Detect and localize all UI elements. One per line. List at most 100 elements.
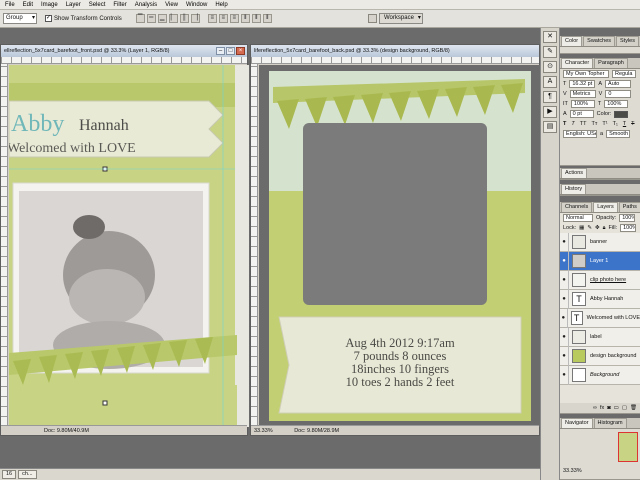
font-style-field[interactable]: Regula [612,70,636,78]
new-group-icon[interactable]: ▭ [614,405,619,411]
show-transform-checkbox[interactable]: ✓ Show Transform Controls [45,15,122,22]
brush-icon[interactable]: ✎ [543,46,557,58]
visibility-eye-icon[interactable]: ● [560,365,569,385]
visibility-eye-icon[interactable]: ● [560,251,569,271]
language-dropdown[interactable]: English: USA [563,130,597,138]
menu-file[interactable]: File [1,0,19,10]
distribute-center-icon[interactable]: ⦀ [251,14,261,23]
opacity-field[interactable]: 100% [619,214,636,222]
canvas-front[interactable]: Abby Hannah Welcomed with LOVE [9,65,249,427]
menu-edit[interactable]: Edit [19,0,37,10]
vertical-ruler-back[interactable] [251,64,258,427]
menu-filter[interactable]: Filter [109,0,130,10]
blend-mode-dropdown[interactable]: Normal [563,214,593,222]
distribute-middle-icon[interactable]: ≡ [218,14,228,23]
layer-style-icon[interactable]: fx [600,405,604,411]
layer-row-clip-photo[interactable]: ● clip photo here [560,270,640,290]
distribute-left-icon[interactable]: ⦀ [240,14,250,23]
leading-field[interactable]: Auto [605,80,632,88]
canvas-back[interactable]: Aug 4th 2012 9:17am 7 pounds 8 ounces 18… [259,65,541,427]
visibility-eye-icon[interactable]: ● [560,346,569,366]
visibility-eye-icon[interactable]: ● [560,270,569,290]
menu-window[interactable]: Window [182,0,211,10]
font-size-field[interactable]: 16.32 pt [569,80,596,88]
menu-view[interactable]: View [161,0,182,10]
tab-navigator[interactable]: Navigator [561,418,593,428]
align-left-icon[interactable]: ▏ [168,14,178,23]
maximize-icon[interactable]: □ [226,47,235,55]
small-caps-icon[interactable]: Tт [591,121,597,127]
text-color-swatch[interactable] [614,110,629,118]
visibility-eye-icon[interactable]: ● [560,289,569,309]
lock-brush-icon[interactable]: ✎ [587,225,592,231]
tab-paths[interactable]: Paths [618,202,640,212]
font-family-field[interactable]: My Own Topher [563,70,609,78]
add-mask-icon[interactable]: ◙ [607,405,610,411]
delete-layer-icon[interactable]: 🗑︎ [630,405,637,411]
hscale-field[interactable]: 100% [604,100,629,108]
tab-channels[interactable]: Channels [561,202,593,212]
baseline-field[interactable]: 0 pt [569,110,594,118]
vscale-field[interactable]: 100% [570,100,595,108]
tab-swatches[interactable]: Swatches [583,36,616,46]
layer-row-layer1[interactable]: ● Layer 1 [560,251,640,271]
lock-transparent-icon[interactable]: ▦ [579,225,584,231]
vertical-ruler[interactable] [1,64,8,427]
tab-styles[interactable]: Styles [616,36,639,46]
paragraph-icon[interactable]: ¶ [543,91,557,103]
auto-select-dropdown[interactable]: Group [3,13,37,24]
actions-icon[interactable]: ▶ [543,106,557,118]
layer-row-welcomed[interactable]: ● T Welcomed with LOVE [560,308,640,328]
faux-italic-icon[interactable]: T [571,121,574,127]
document-tab-back[interactable]: lifereflection_5x7card_barefoot_back.psd… [251,45,539,57]
all-caps-icon[interactable]: TT [580,121,587,127]
align-center-icon[interactable]: ║ [179,14,189,23]
faux-bold-icon[interactable]: T [563,121,566,127]
tab-histogram[interactable]: Histogram [593,418,627,428]
tab-layers[interactable]: Layers [593,202,618,212]
visibility-eye-icon[interactable]: ● [560,327,569,347]
history-icon[interactable]: ▤ [543,121,557,133]
layer-row-label[interactable]: ● label [560,327,640,347]
distribute-right-icon[interactable]: ⦀ [262,14,272,23]
type-icon[interactable]: A [543,76,557,88]
horizontal-ruler-back[interactable] [251,57,539,64]
fill-field[interactable]: 100% [620,224,637,232]
menu-layer[interactable]: Layer [62,0,85,10]
menu-analysis[interactable]: Analysis [131,0,161,10]
navigator-preview[interactable] [618,432,638,462]
tracking-field[interactable]: 0 [605,90,632,98]
clone-icon[interactable]: ⊙ [543,61,557,73]
tab-paragraph[interactable]: Paragraph [594,58,628,68]
lock-all-icon[interactable]: 🔒︎ [603,225,606,232]
tab-color[interactable]: Color [561,36,583,46]
strikethrough-icon[interactable]: T [631,121,634,127]
link-layers-icon[interactable]: ∞ [593,405,597,411]
antialias-dropdown[interactable]: Smooth [606,130,631,138]
tab-character[interactable]: Character [561,58,594,68]
tab-actions[interactable]: Actions [561,168,588,178]
underline-icon[interactable]: T [623,121,626,127]
workspace-grid-icon[interactable] [368,14,377,23]
align-middle-icon[interactable]: ═ [146,14,156,23]
document-tab-front[interactable]: ellreflection_5x7card_barefoot_front.psd… [1,45,247,57]
menu-image[interactable]: Image [37,0,62,10]
align-bottom-icon[interactable]: ▁ [157,14,167,23]
distribute-bottom-icon[interactable]: ≡ [229,14,239,23]
distribute-top-icon[interactable]: ≡ [207,14,217,23]
minimized-doc-2[interactable]: ch... [18,470,37,479]
align-top-icon[interactable]: ▔ [135,14,145,23]
navigator-zoom[interactable]: 33.33% [563,468,582,474]
workspace-button[interactable]: Workspace [379,13,423,24]
new-layer-icon[interactable]: ▢ [622,405,627,411]
minimized-doc-1[interactable]: 16 [2,470,17,479]
zoom-field-back[interactable]: 33.33% [254,428,273,434]
visibility-eye-icon[interactable]: ● [560,308,568,328]
kerning-field[interactable]: Metrics [569,90,596,98]
lock-move-icon[interactable]: ✥ [595,225,600,231]
layer-row-background[interactable]: ● Background [560,365,640,385]
layer-row-banner[interactable]: ● banner [560,232,640,252]
tools-icon[interactable]: ✕ [543,31,557,43]
menu-select[interactable]: Select [85,0,110,10]
visibility-eye-icon[interactable]: ● [560,232,569,252]
